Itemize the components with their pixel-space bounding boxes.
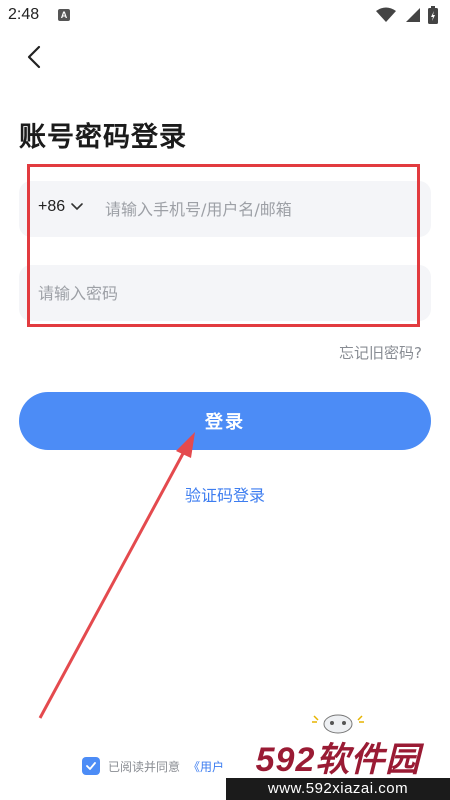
country-code-selector[interactable]: +86 [38, 198, 84, 216]
country-code-label: +86 [38, 198, 66, 215]
user-agreement-link[interactable]: 《用户 [188, 758, 224, 775]
watermark-url: www.592xiazai.com [226, 778, 450, 800]
password-input[interactable] [38, 265, 418, 321]
gamepad-mascot-icon [312, 714, 364, 734]
account-field: +86 [19, 181, 431, 237]
status-bar: 2:48 A [0, 0, 450, 32]
login-button[interactable]: 登录 [19, 392, 431, 450]
status-indicators [376, 6, 438, 24]
site-watermark: 592软件园 www.592xiazai.com [226, 714, 450, 800]
status-time: 2:48 [8, 6, 40, 23]
battery-icon [428, 6, 438, 24]
agreement-text: 已阅读并同意 [108, 759, 181, 774]
chevron-down-icon [71, 203, 83, 211]
sms-code-login-link[interactable]: 验证码登录 [0, 482, 450, 506]
checkmark-icon [86, 762, 96, 770]
watermark-brand: 592软件园 [255, 741, 421, 779]
notification-app-icon: A [58, 9, 70, 21]
back-button[interactable] [20, 42, 50, 72]
page-title: 账号密码登录 [19, 122, 187, 153]
agreement-checkbox[interactable] [82, 757, 100, 775]
agreement-row: 已阅读并同意 《用户 [82, 757, 224, 775]
chevron-left-icon [27, 45, 41, 69]
wifi-icon [376, 7, 396, 22]
signal-icon [406, 8, 420, 22]
account-input[interactable] [105, 181, 425, 237]
forgot-password-link[interactable]: 忘记旧密码? [339, 342, 422, 363]
password-field [19, 265, 431, 321]
